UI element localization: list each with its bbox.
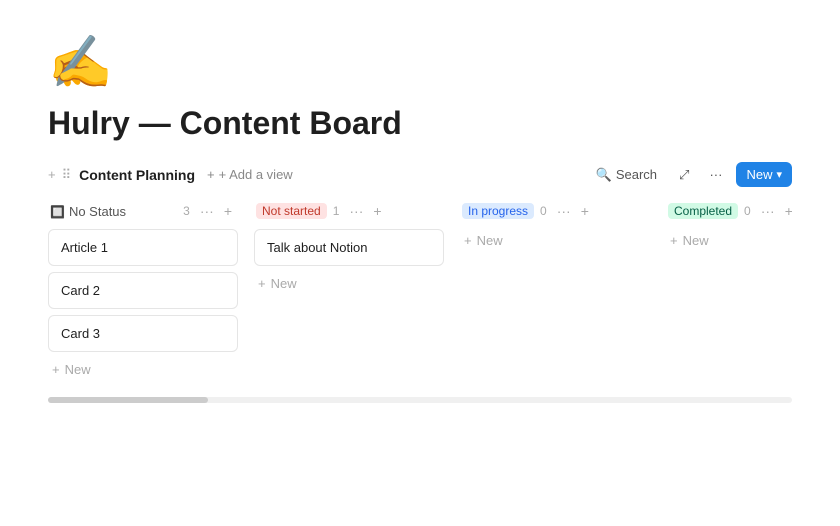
add-section-icon[interactable]: +	[48, 167, 56, 182]
scrollbar-thumb	[48, 397, 208, 403]
view-bar: + ⠿ Content Planning + + Add a view 🔍 Se…	[48, 162, 792, 187]
column-add-card-button[interactable]: +	[577, 201, 593, 221]
new-button[interactable]: New ▾	[736, 162, 792, 187]
column-header-no-status: 🔲No Status 3 ··· +	[48, 201, 238, 221]
add-card-button[interactable]: + New	[460, 229, 507, 252]
plus-icon: +	[464, 233, 472, 248]
column-count: 0	[744, 204, 751, 218]
column-add-card-button[interactable]: +	[781, 201, 792, 221]
column-title: 🔲No Status	[50, 204, 177, 219]
add-card-label: New	[271, 276, 297, 291]
card[interactable]: Article 1	[48, 229, 238, 266]
board-column-in-progress: In progress 0 ··· + + New	[460, 201, 650, 381]
completed-badge: Completed	[668, 203, 738, 219]
add-card-label: New	[477, 233, 503, 248]
page-wrapper: ✍️ Hulry — Content Board + ⠿ Content Pla…	[0, 0, 840, 403]
add-view-icon: +	[207, 167, 215, 182]
column-actions: ··· +	[757, 201, 792, 221]
column-add-card-button[interactable]: +	[220, 201, 236, 221]
card[interactable]: Card 2	[48, 272, 238, 309]
column-more-button[interactable]: ···	[345, 201, 367, 221]
column-header-completed: Completed 0 ··· +	[666, 201, 792, 221]
page-icon: ✍️	[48, 32, 792, 93]
plus-icon: +	[52, 362, 60, 377]
add-card-label: New	[683, 233, 709, 248]
expand-icon: ⤢	[679, 167, 689, 183]
add-card-button[interactable]: + New	[48, 358, 95, 381]
column-more-button[interactable]: ···	[757, 201, 779, 221]
column-header-not-started: Not started 1 ··· +	[254, 201, 444, 221]
column-actions: ··· +	[196, 201, 236, 221]
column-actions: ··· +	[553, 201, 593, 221]
column-header-in-progress: In progress 0 ··· +	[460, 201, 650, 221]
card[interactable]: Talk about Notion	[254, 229, 444, 266]
drag-handle-icon: ⠿	[62, 167, 72, 183]
column-actions: ··· +	[345, 201, 385, 221]
in-progress-badge: In progress	[462, 203, 534, 219]
plus-icon: +	[670, 233, 678, 248]
view-bar-right: 🔍 Search ⤢ ··· New ▾	[588, 162, 792, 187]
add-card-button[interactable]: + New	[666, 229, 713, 252]
new-label: New	[746, 167, 772, 182]
not-started-badge: Not started	[256, 203, 327, 219]
column-count: 1	[333, 204, 340, 218]
add-card-label: New	[65, 362, 91, 377]
no-status-icon: 🔲	[50, 205, 65, 219]
board-container: 🔲No Status 3 ··· + Article 1 Card 2 Card 3…	[48, 201, 792, 393]
search-button[interactable]: 🔍 Search	[588, 163, 665, 187]
add-card-button[interactable]: + New	[254, 272, 301, 295]
view-bar-left: + ⠿ Content Planning + + Add a view	[48, 165, 580, 184]
search-label: Search	[616, 167, 657, 182]
board-column-no-status: 🔲No Status 3 ··· + Article 1 Card 2 Card 3…	[48, 201, 238, 381]
board-column-not-started: Not started 1 ··· + Talk about Notion + Ne…	[254, 201, 444, 381]
search-icon: 🔍	[596, 167, 612, 183]
add-view-button[interactable]: + + Add a view	[201, 165, 299, 184]
column-more-button[interactable]: ···	[196, 201, 218, 221]
horizontal-scrollbar[interactable]	[48, 397, 792, 403]
add-view-label: + Add a view	[219, 167, 293, 182]
plus-icon: +	[258, 276, 266, 291]
column-more-button[interactable]: ···	[553, 201, 575, 221]
page-title: Hulry — Content Board	[48, 105, 792, 142]
column-count: 3	[183, 204, 190, 218]
column-add-card-button[interactable]: +	[369, 201, 385, 221]
expand-button[interactable]: ⤢	[673, 163, 695, 187]
more-icon: ···	[709, 167, 722, 182]
more-options-button[interactable]: ···	[703, 163, 728, 186]
card[interactable]: Card 3	[48, 315, 238, 352]
view-label: Content Planning	[79, 167, 195, 183]
board-column-completed: Completed 0 ··· + + New	[666, 201, 792, 381]
chevron-down-icon: ▾	[776, 168, 782, 181]
column-count: 0	[540, 204, 547, 218]
